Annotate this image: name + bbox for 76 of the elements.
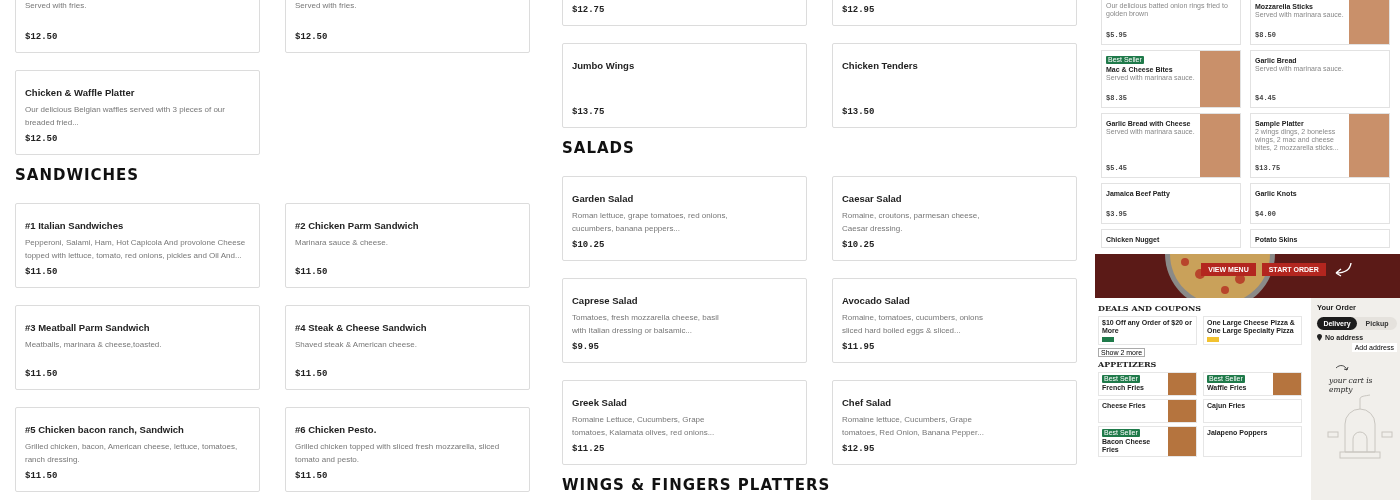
item-price: $11.50 xyxy=(25,471,59,481)
item-description: Served with fries. xyxy=(25,0,88,12)
menu-item-card[interactable]: $12.95 xyxy=(832,0,1077,26)
item-description: Pepperoni, Salami, Ham, Hot Capicola And provolone Cheese topped with lettuce, tomato, red onions, pickles and Oil And... xyxy=(25,237,247,262)
item-title: Jumbo Wings xyxy=(572,60,636,71)
item-title: Garden Salad xyxy=(572,193,635,204)
item-description: Romaine Lettuce, Cucumbers, Grape tomatoes, Kalamata olives, red onions... xyxy=(572,414,716,439)
location-pin-icon xyxy=(1317,334,1322,341)
item-description: Marinara sauce & cheese. xyxy=(295,237,389,249)
menu-item-card[interactable]: #1 Italian Sandwiches Pepperoni, Salami, Ham, Hot Capicola And provolone Cheese topped with lettuce, tomato, red onions, pickles and Oil And... $11.50 xyxy=(15,203,260,288)
item-price: $11.50 xyxy=(295,369,329,379)
menu-item-card[interactable]: #5 Chicken bacon ranch, Sandwich Grilled chicken, bacon, American cheese, lettuce, tomatoes, ranch dressing. $11.50 xyxy=(15,407,260,492)
section-heading: SANDWICHES xyxy=(15,167,141,183)
item-price: $12.50 xyxy=(295,32,329,42)
item-description: Meatballs, marinara & cheese,toasted. xyxy=(25,339,163,351)
menu-item-card[interactable]: #2 Chicken Parm Sandwich Marinara sauce & cheese. $11.50 xyxy=(285,203,530,288)
item-price: $12.50 xyxy=(25,134,59,144)
menu-item-card[interactable]: Caprese Salad Tomatoes, fresh mozzarella cheese, basil with Italian dressing or balsamic... $9.95 xyxy=(562,278,807,363)
item-title: #6 Chicken Pesto. xyxy=(295,424,378,435)
item-title: #1 Italian Sandwiches xyxy=(25,220,125,231)
menu-item-card[interactable]: Greek Salad Romaine Lettuce, Cucumbers, Grape tomatoes, Kalamata olives, red onions... $11.25 xyxy=(562,380,807,465)
item-description: Roman lettuce, grape tomatoes, red onions, cucumbers, banana peppers... xyxy=(572,210,729,235)
item-price: $11.25 xyxy=(572,444,606,454)
item-description: Romaine, croutons, parmesan cheese, Caesar dressing. xyxy=(842,210,981,235)
item-title: Caprese Salad xyxy=(572,295,639,306)
section-heading: SALADS xyxy=(562,140,636,156)
menu-item-card[interactable]: Garden Salad Roman lettuce, grape tomatoes, red onions, cucumbers, banana peppers... $10.25 xyxy=(562,176,807,261)
item-price: $11.50 xyxy=(25,267,59,277)
item-title: Greek Salad xyxy=(572,397,628,408)
item-description: Romaine, tomatoes, cucumbers, onions sliced hard boiled eggs & sliced... xyxy=(842,312,984,337)
oven-drawing xyxy=(1325,394,1395,460)
item-title: #4 Steak & Cheese Sandwich xyxy=(295,322,428,333)
item-price: $11.50 xyxy=(295,471,329,481)
section-heading: WINGS & FINGERS PLATTERS xyxy=(562,477,832,493)
item-description: Shaved steak & American cheese. xyxy=(295,339,418,351)
menu-item-card[interactable]: #4 Steak & Cheese Sandwich Shaved steak & American cheese. $11.50 xyxy=(285,305,530,390)
menu-item-card[interactable]: Caesar Salad Romaine, croutons, parmesan cheese, Caesar dressing. $10.25 xyxy=(832,176,1077,261)
item-price: $12.95 xyxy=(842,444,876,454)
item-price: $13.75 xyxy=(572,107,606,117)
menu-item-card[interactable]: Avocado Salad Romaine, tomatoes, cucumbers, onions sliced hard boiled eggs & sliced... $11.95 xyxy=(832,278,1077,363)
item-title: Chef Salad xyxy=(842,397,893,408)
item-description: Grilled chicken, bacon, American cheese, lettuce, tomatoes, ranch dressing. xyxy=(25,441,239,466)
item-price: $11.95 xyxy=(842,342,876,352)
menu-item-card[interactable]: Served with fries. $12.50 xyxy=(15,0,260,53)
item-title: #2 Chicken Parm Sandwich xyxy=(295,220,420,231)
menu-item-card[interactable]: Chicken & Waffle Platter Our delicious Belgian waffles served with 3 pieces of our breaded fried... $12.50 xyxy=(15,70,260,155)
menu-item-card[interactable]: Chef Salad Romaine lettuce, Cucumbers, Grape tomatoes, Red Onion, Banana Pepper... $12.95 xyxy=(832,380,1077,465)
item-title: Avocado Salad xyxy=(842,295,911,306)
item-price: $13.50 xyxy=(842,107,876,117)
item-price: $11.50 xyxy=(295,267,329,277)
item-price: $12.50 xyxy=(25,32,59,42)
item-description: Our delicious Belgian waffles served with 3 pieces of our breaded fried... xyxy=(25,104,226,129)
menu-item-card[interactable]: Served with fries. $12.50 xyxy=(285,0,530,53)
item-description: Served with fries. xyxy=(295,0,358,12)
item-price: $9.95 xyxy=(572,342,600,352)
menu-item-card[interactable]: #3 Meatball Parm Sandwich Meatballs, marinara & cheese,toasted. $11.50 xyxy=(15,305,260,390)
item-price: $10.25 xyxy=(572,240,606,250)
item-title: Chicken & Waffle Platter xyxy=(25,87,136,98)
item-title: Caesar Salad xyxy=(842,193,903,204)
section-heading: APPETIZERS xyxy=(1098,360,1158,369)
item-description: Tomatoes, fresh mozzarella cheese, basil with Italian dressing or balsamic... xyxy=(572,312,720,337)
item-description: Grilled chicken topped with sliced fresh mozzarella, sliced tomato and pesto. xyxy=(295,441,501,466)
item-description: Romaine lettuce, Cucumbers, Grape tomatoes, Red Onion, Banana Pepper... xyxy=(842,414,985,439)
menu-item-card[interactable]: Chicken Tenders $13.50 xyxy=(832,43,1077,128)
menu-item-card[interactable]: $12.75 xyxy=(562,0,807,26)
item-title: Chicken Tenders xyxy=(842,60,919,71)
item-title: #3 Meatball Parm Sandwich xyxy=(25,322,151,333)
item-title: #5 Chicken bacon ranch, Sandwich xyxy=(25,424,185,435)
item-price: $11.50 xyxy=(25,369,59,379)
menu-item-card[interactable]: #6 Chicken Pesto. Grilled chicken topped with sliced fresh mozzarella, sliced tomato and pesto. $11.50 xyxy=(285,407,530,492)
item-price: $12.95 xyxy=(842,5,876,15)
section-heading: DEALS AND COUPONS xyxy=(1098,304,1203,313)
item-price: $10.25 xyxy=(842,240,876,250)
curved-arrow-icon xyxy=(1335,364,1349,372)
menu-item-card[interactable]: Jumbo Wings $13.75 xyxy=(562,43,807,128)
item-price: $12.75 xyxy=(572,5,606,15)
